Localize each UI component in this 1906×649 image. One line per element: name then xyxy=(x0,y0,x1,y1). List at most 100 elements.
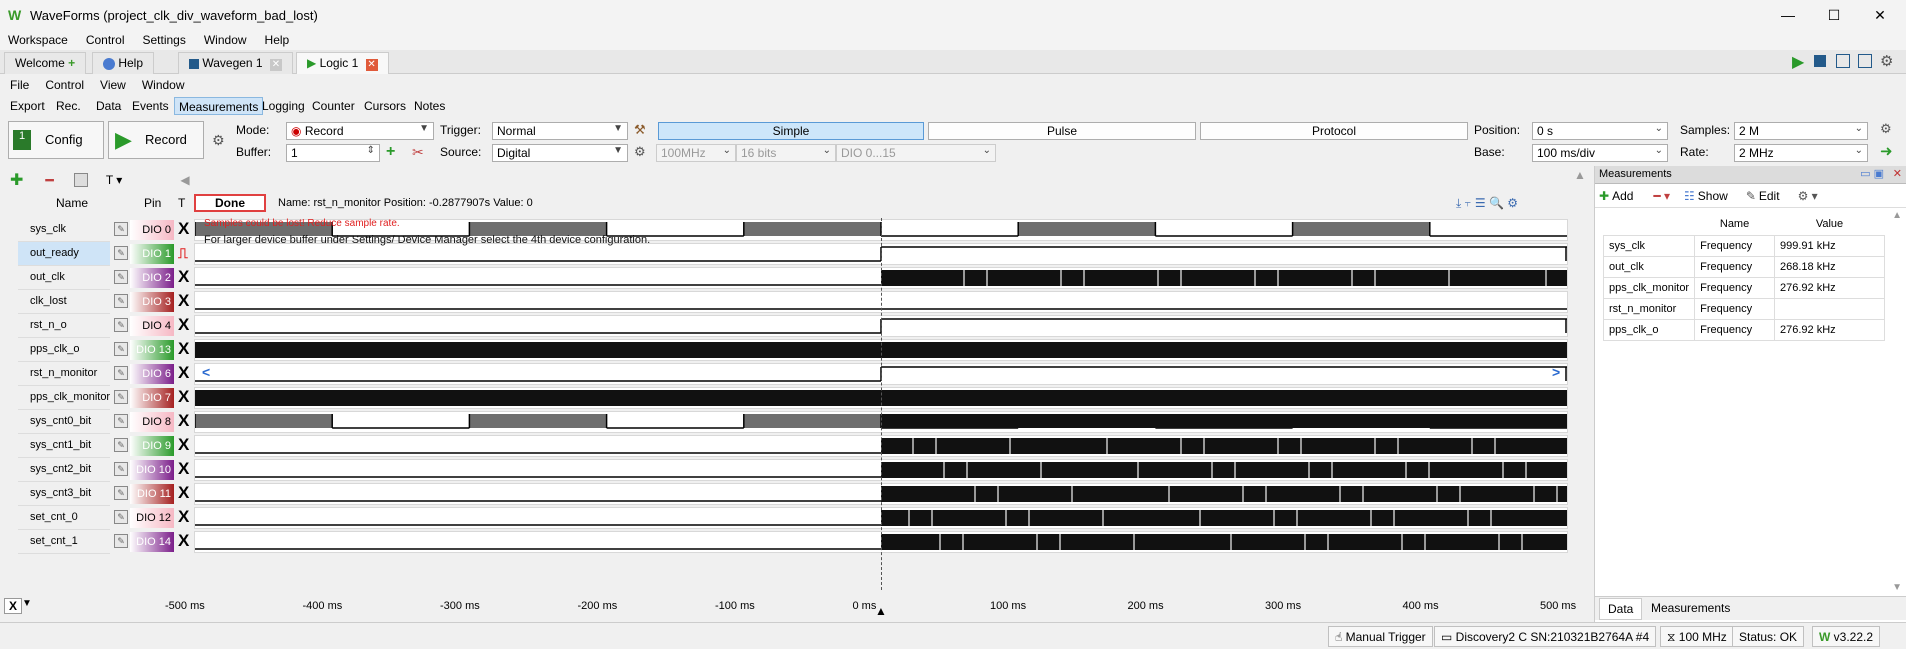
version-button[interactable]: W v3.22.2 xyxy=(1812,626,1881,647)
add-measurement-button[interactable]: Add xyxy=(1612,189,1633,203)
rate-gear-icon[interactable]: ⚙ xyxy=(1880,121,1892,137)
trigger-x-icon[interactable]: X xyxy=(178,483,189,503)
trigger-mode-simple[interactable]: Simple xyxy=(658,122,924,140)
subtab-events[interactable]: Events xyxy=(128,97,173,115)
channel-row-sys_cnt3_bit[interactable]: sys_cnt3_bit ✎ DIO 11 X xyxy=(0,482,1590,506)
channel-row-rst_n_o[interactable]: rst_n_o ✎ DIO 4X xyxy=(0,314,1590,338)
maximize-panel-icon[interactable]: ▭ ▣ xyxy=(1860,167,1884,180)
edit-channel-icon[interactable] xyxy=(73,173,88,187)
menu-window[interactable]: Window xyxy=(142,76,185,94)
run-all-icon[interactable]: ▶ xyxy=(1792,52,1804,72)
menu-control[interactable]: Control xyxy=(86,30,125,50)
rate-select[interactable]: 2 MHz ⌄ xyxy=(1734,144,1868,162)
add-channel-icon[interactable]: ✚ xyxy=(10,170,23,190)
minimize-button[interactable]: — xyxy=(1768,4,1808,26)
clock-button[interactable]: ⧖ 100 MHz xyxy=(1660,626,1734,647)
trigger-x-icon[interactable]: X xyxy=(178,291,189,311)
remove-channel-icon[interactable]: ━ xyxy=(45,172,53,189)
subtab-measurements[interactable]: Measurements xyxy=(174,97,264,115)
channel-row-out_clk[interactable]: out_clk ✎ DIO 2X xyxy=(0,266,1590,290)
measurement-row[interactable]: pps_clk_o Frequency 276.92 kHz xyxy=(1602,318,1885,341)
layout2-icon[interactable] xyxy=(1858,54,1872,68)
channel-row-sys_cnt2_bit[interactable]: sys_cnt2_bit ✎ DIO 10 X xyxy=(0,458,1590,482)
trigger-x-icon[interactable]: X xyxy=(178,435,189,455)
pencil-icon[interactable]: ✎ xyxy=(114,270,128,284)
manual-trigger-button[interactable]: ☝ Manual Trigger xyxy=(1328,626,1433,647)
scroll-down-icon[interactable]: ▼ xyxy=(1892,582,1902,593)
tab-help[interactable]: Help xyxy=(92,52,155,74)
trigger-x-icon[interactable]: X xyxy=(178,315,189,335)
trigger-x-icon[interactable]: X xyxy=(178,267,189,287)
close-tab-icon[interactable]: ✕ xyxy=(269,59,282,71)
menu-control[interactable]: Control xyxy=(45,76,84,94)
gear-icon[interactable]: ⚙ xyxy=(1880,52,1893,70)
trigger-select[interactable]: Normal ▼ xyxy=(492,122,628,140)
samples-select[interactable]: 2 M ⌄ xyxy=(1734,122,1868,140)
scroll-right-icon[interactable]: > xyxy=(1552,364,1560,380)
measurement-row[interactable]: out_clk Frequency 268.18 kHz xyxy=(1602,255,1885,278)
scroll-left-icon[interactable]: ◀ xyxy=(180,173,189,187)
clear-buffer-icon[interactable]: ✂ xyxy=(412,144,424,161)
buffer-input[interactable]: 1 ⇕ xyxy=(286,144,380,162)
channel-row-rst_n_monitor[interactable]: rst_n_monitor ✎ DIO 6X xyxy=(0,362,1590,386)
mode-select[interactable]: ◉ Record ▼ xyxy=(286,122,434,140)
tab-data[interactable]: Data xyxy=(1599,598,1643,620)
settings-gear-icon[interactable]: ⚙ xyxy=(212,132,225,149)
pencil-icon[interactable]: ✎ xyxy=(114,486,128,500)
pencil-icon[interactable]: ✎ xyxy=(114,462,128,476)
tab-wavegen[interactable]: Wavegen 1 ✕ xyxy=(178,52,293,74)
measurements-gear-icon[interactable]: ⚙ ▾ xyxy=(1798,189,1818,203)
menu-workspace[interactable]: Workspace xyxy=(8,30,68,50)
arrow-right-icon[interactable]: ➜ xyxy=(1880,142,1893,160)
measurement-row[interactable]: rst_n_monitor Frequency xyxy=(1602,297,1885,320)
subtab-notes[interactable]: Notes xyxy=(410,97,449,115)
subtab-cursors[interactable]: Cursors xyxy=(360,97,410,115)
trigger-x-icon[interactable]: X xyxy=(178,339,189,359)
scroll-left-icon[interactable]: < xyxy=(202,364,210,380)
measurement-row[interactable]: sys_clk Frequency 999.91 kHz xyxy=(1602,234,1885,257)
axis-zoom-button[interactable]: X xyxy=(4,598,23,614)
menu-window[interactable]: Window xyxy=(204,30,247,50)
source-select[interactable]: Digital ▼ xyxy=(492,144,628,162)
pencil-icon[interactable]: ✎ xyxy=(114,294,128,308)
subtab-rec[interactable]: Rec. xyxy=(52,97,85,115)
add-measurement-icon[interactable]: ✚ xyxy=(1599,189,1609,203)
subtab-data[interactable]: Data xyxy=(92,97,125,115)
trigger-x-icon[interactable]: X xyxy=(178,411,189,431)
record-button[interactable]: ▶ Record xyxy=(108,121,204,159)
trigger-x-icon[interactable]: ⎍ xyxy=(178,243,188,263)
layout-icon[interactable] xyxy=(1836,54,1850,68)
trigger-x-icon[interactable]: X xyxy=(178,507,189,527)
trigger-t-icon[interactable]: T ▾ xyxy=(106,173,122,187)
add-icon[interactable]: + xyxy=(68,56,75,70)
maximize-button[interactable]: ☐ xyxy=(1814,4,1854,26)
scroll-up-icon[interactable]: ▲ xyxy=(1892,210,1902,221)
config-button[interactable]: 1 Config xyxy=(8,121,104,159)
channel-row-pps_clk_o[interactable]: pps_clk_o ✎ DIO 13 X xyxy=(0,338,1590,362)
trigger-x-icon[interactable]: X xyxy=(178,363,189,383)
subtab-counter[interactable]: Counter xyxy=(308,97,359,115)
channel-row-clk_lost[interactable]: clk_lost ✎ DIO 3X xyxy=(0,290,1590,314)
pencil-icon[interactable]: ✎ xyxy=(114,246,128,260)
subtab-export[interactable]: Export xyxy=(6,97,49,115)
close-tab-icon[interactable]: ✕ xyxy=(365,59,378,71)
tab-logic[interactable]: ▶ Logic 1 ✕ xyxy=(296,52,389,74)
menu-settings[interactable]: Settings xyxy=(143,30,186,50)
edit-button[interactable]: Edit xyxy=(1759,189,1780,203)
measurement-row[interactable]: pps_clk_monitor Frequency 276.92 kHz xyxy=(1602,276,1885,299)
pencil-icon[interactable]: ✎ xyxy=(114,534,128,548)
scroll-up-icon[interactable]: ▲ xyxy=(1574,168,1586,182)
channel-row-pps_clk_monitor[interactable]: pps_clk_monitor ✎ DIO 7X xyxy=(0,386,1590,410)
status-button[interactable]: Status: OK xyxy=(1732,626,1805,647)
show-button[interactable]: Show xyxy=(1698,189,1728,203)
add-buffer-icon[interactable]: + xyxy=(386,143,395,161)
channel-row-sys_cnt0_bit[interactable]: sys_cnt0_bit ✎ DIO 8X xyxy=(0,410,1590,434)
pencil-icon[interactable]: ✎ xyxy=(114,342,128,356)
pencil-icon[interactable]: ✎ xyxy=(114,366,128,380)
menu-view[interactable]: View xyxy=(100,76,126,94)
trigger-x-icon[interactable]: X xyxy=(178,387,189,407)
position-input[interactable]: 0 s ⌄ xyxy=(1532,122,1668,140)
menu-file[interactable]: File xyxy=(10,76,29,94)
pencil-icon[interactable]: ✎ xyxy=(114,414,128,428)
pencil-icon[interactable]: ✎ xyxy=(114,318,128,332)
